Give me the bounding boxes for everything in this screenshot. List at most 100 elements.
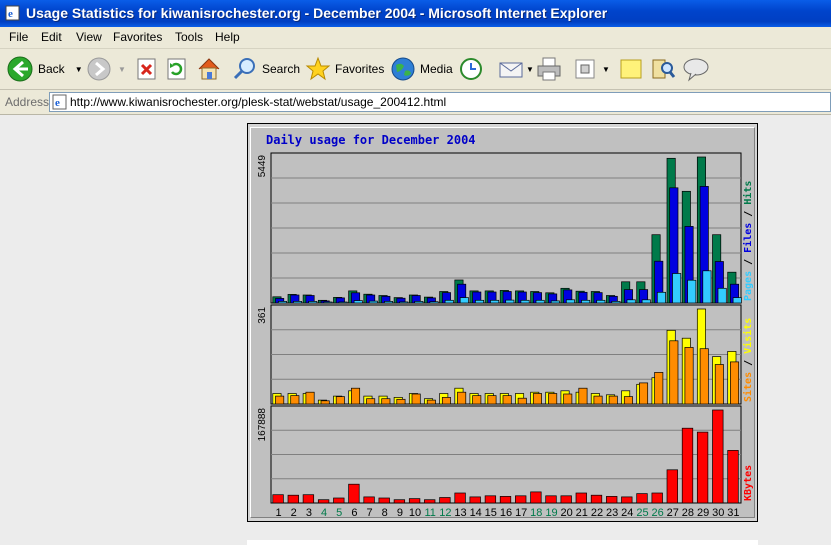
bar-kbytes-10 <box>408 498 421 504</box>
discuss-button[interactable] <box>619 53 643 85</box>
back-arrow-icon <box>7 56 33 82</box>
bar-pages-10 <box>414 301 424 304</box>
address-field[interactable]: e http://www.kiwanisrochester.org/plesk-… <box>49 92 831 112</box>
day-label-12: 12 <box>439 507 451 517</box>
stop-button[interactable] <box>135 53 159 85</box>
messenger-button[interactable] <box>682 53 710 85</box>
bar-pages-4 <box>323 301 333 304</box>
bar-sites-14 <box>472 395 482 405</box>
menu-tools[interactable]: Tools <box>175 30 203 44</box>
bar-pages-27 <box>672 273 682 304</box>
bar-sites-1 <box>275 395 285 405</box>
bar-kbytes-21 <box>575 492 587 504</box>
bar-sites-6 <box>351 387 361 405</box>
back-label: Back <box>38 62 65 76</box>
page-below-chart <box>247 540 758 545</box>
bar-pages-23 <box>611 301 621 304</box>
bar-sites-24 <box>623 396 633 405</box>
day-label-7: 7 <box>366 507 372 517</box>
menu-edit[interactable]: Edit <box>41 30 62 44</box>
day-label-14: 14 <box>470 507 482 517</box>
bar-kbytes-7 <box>363 496 375 504</box>
bar-kbytes-14 <box>469 496 481 504</box>
mail-button[interactable]: ▼ <box>498 53 534 85</box>
day-label-15: 15 <box>485 507 497 517</box>
bar-sites-15 <box>487 395 497 405</box>
back-button[interactable]: Back ▼ <box>6 53 83 85</box>
history-button[interactable] <box>458 53 484 85</box>
legend-hits: Pages / Files / Hits <box>742 181 754 301</box>
media-globe-icon <box>391 57 415 81</box>
day-label-8: 8 <box>382 507 388 517</box>
star-icon <box>305 56 331 81</box>
scale-label-visits: 361 <box>257 307 268 324</box>
day-label-26: 26 <box>651 507 663 517</box>
bar-pages-20 <box>565 299 575 304</box>
day-label-20: 20 <box>560 507 572 517</box>
research-button[interactable] <box>650 53 676 85</box>
bar-sites-30 <box>714 364 724 405</box>
bar-sites-25 <box>639 382 649 405</box>
forward-dropdown-icon[interactable]: ▼ <box>118 65 126 74</box>
day-label-31: 31 <box>727 507 739 517</box>
bar-kbytes-24 <box>621 496 633 504</box>
day-label-27: 27 <box>667 507 679 517</box>
forward-button[interactable]: ▼ <box>86 53 126 85</box>
svg-text:e: e <box>8 8 13 20</box>
bar-sites-7 <box>366 398 376 405</box>
title-bar: e Usage Statistics for kiwanisrochester.… <box>0 0 831 27</box>
bar-sites-5 <box>335 396 345 405</box>
bar-sites-22 <box>593 395 603 405</box>
bar-sites-23 <box>608 395 618 405</box>
history-icon <box>460 58 482 80</box>
bar-kbytes-15 <box>484 495 497 504</box>
bar-pages-18 <box>535 299 545 304</box>
mail-dropdown-icon[interactable]: ▼ <box>526 65 534 74</box>
bar-kbytes-30 <box>712 409 724 504</box>
bar-kbytes-25 <box>636 493 648 504</box>
bar-kbytes-19 <box>545 495 557 504</box>
media-button[interactable]: Media <box>390 53 453 85</box>
bar-pages-3 <box>308 301 318 304</box>
page-icon: e <box>52 94 67 110</box>
day-label-2: 2 <box>291 507 297 517</box>
day-label-17: 17 <box>515 507 527 517</box>
bar-pages-21 <box>581 299 591 304</box>
address-url[interactable]: http://www.kiwanisrochester.org/plesk-st… <box>70 95 446 109</box>
bar-kbytes-3 <box>302 494 315 504</box>
bar-kbytes-20 <box>560 495 572 504</box>
bar-kbytes-12 <box>439 497 451 504</box>
bar-pages-15 <box>490 299 500 304</box>
edit-dropdown-icon[interactable]: ▼ <box>602 65 610 74</box>
menu-favorites[interactable]: Favorites <box>113 30 162 44</box>
day-label-5: 5 <box>336 507 342 517</box>
menu-file[interactable]: File <box>9 30 28 44</box>
bar-pages-13 <box>459 297 469 304</box>
bar-sites-12 <box>441 397 451 405</box>
bar-pages-8 <box>384 301 394 304</box>
refresh-button[interactable] <box>165 53 189 85</box>
day-label-28: 28 <box>682 507 694 517</box>
bar-pages-9 <box>399 301 409 304</box>
bar-kbytes-4 <box>317 499 330 504</box>
edit-button[interactable]: ▼ <box>574 53 610 85</box>
menu-help[interactable]: Help <box>215 30 240 44</box>
speech-bubble-icon <box>683 58 709 82</box>
bar-sites-9 <box>396 398 406 405</box>
bar-sites-13 <box>457 391 467 405</box>
home-button[interactable] <box>196 53 222 85</box>
note-icon <box>620 59 642 79</box>
print-button[interactable] <box>536 53 562 85</box>
bar-pages-28 <box>687 279 697 304</box>
back-dropdown-icon[interactable]: ▼ <box>75 65 83 74</box>
bar-sites-18 <box>532 393 542 405</box>
favorites-label: Favorites <box>335 62 385 76</box>
day-label-6: 6 <box>351 507 357 517</box>
bar-sites-31 <box>730 361 740 405</box>
bar-kbytes-22 <box>590 494 603 504</box>
bar-kbytes-1 <box>272 494 284 504</box>
menu-view[interactable]: View <box>76 30 102 44</box>
search-button[interactable]: Search <box>232 53 300 85</box>
bar-pages-1 <box>277 301 287 304</box>
favorites-button[interactable]: Favorites <box>305 53 384 85</box>
